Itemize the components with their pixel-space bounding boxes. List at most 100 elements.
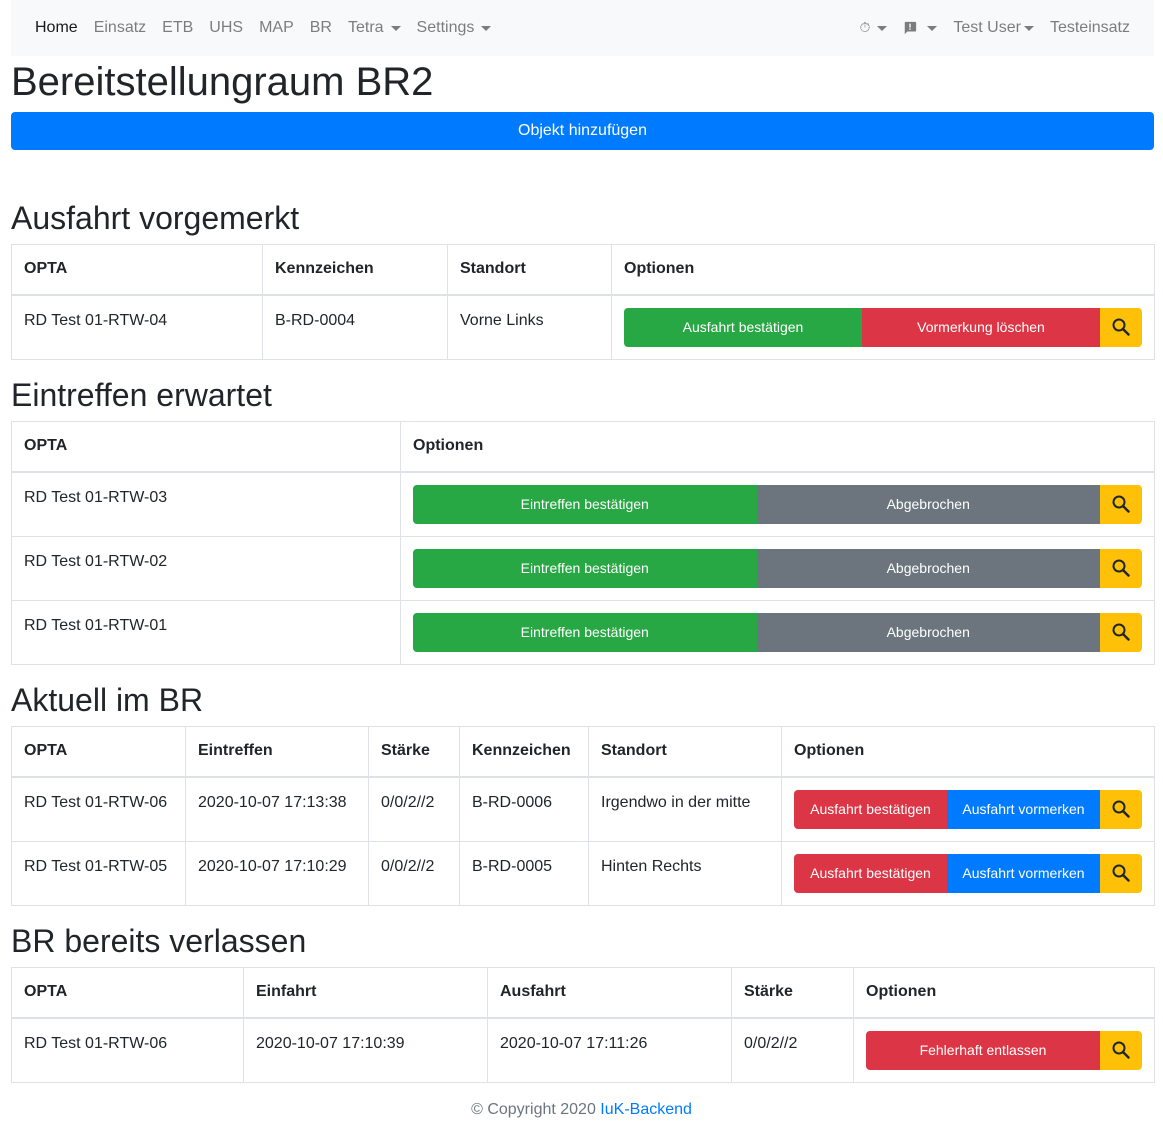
- details-button[interactable]: [1100, 789, 1142, 829]
- cell-einfahrt: 2020-10-07 17:10:39: [243, 1017, 488, 1083]
- search-icon: [1112, 864, 1130, 882]
- cell-options: Ausfahrt bestätigen Ausfahrt vormerken: [781, 840, 1155, 906]
- nav-timer-dropdown[interactable]: ⏱: [859, 20, 888, 36]
- cell-opta: RD Test 01-RTW-06: [11, 776, 186, 842]
- table-header-row: OPTA Einfahrt Ausfahrt Stärke Optionen: [11, 967, 1155, 1019]
- cell-standort: Hinten Rechts: [588, 840, 782, 906]
- column-header: OPTA: [11, 967, 244, 1019]
- reserve-departure-button[interactable]: Ausfahrt vormerken: [947, 789, 1100, 829]
- cancel-button[interactable]: Abgebrochen: [756, 548, 1100, 588]
- confirm-arrival-button[interactable]: Eintreffen bestätigen: [413, 548, 757, 588]
- nav-tetra-label: Tetra: [347, 19, 384, 36]
- cell-options: Eintreffen bestätigen Abgebrochen: [400, 471, 1155, 537]
- column-header: Standort: [447, 244, 612, 296]
- column-header: OPTA: [11, 421, 401, 473]
- nav-left: Home Einsatz ETB UHS MAP BR Tetra Settin…: [35, 19, 507, 37]
- cell-options: Eintreffen bestätigen Abgebrochen: [400, 535, 1155, 601]
- navbar: Home Einsatz ETB UHS MAP BR Tetra Settin…: [11, 0, 1154, 56]
- cell-eintreffen: 2020-10-07 17:13:38: [185, 776, 369, 842]
- details-button[interactable]: [1100, 484, 1142, 524]
- details-button[interactable]: [1100, 548, 1142, 588]
- cell-staerke: 0/0/2//2: [731, 1017, 854, 1083]
- cell-options: Fehlerhaft entlassen: [853, 1017, 1155, 1083]
- cancel-button[interactable]: Abgebrochen: [756, 612, 1100, 652]
- delete-reservation-button[interactable]: Vormerkung löschen: [862, 307, 1100, 347]
- nav-einsatz-name[interactable]: Testeinsatz: [1050, 19, 1130, 37]
- nav-user-label: Test User: [953, 19, 1021, 36]
- faulty-release-button[interactable]: Fehlerhaft entlassen: [866, 1030, 1100, 1070]
- table-row: RD Test 01-RTW-03 Eintreffen bestätigen …: [11, 471, 1155, 537]
- chevron-down-icon: [481, 25, 492, 31]
- footer-copyright: © Copyright 2020: [471, 1101, 601, 1118]
- button-group: Eintreffen bestätigen Abgebrochen: [413, 548, 1142, 588]
- table-header-row: OPTA Eintreffen Stärke Kennzeichen Stand…: [11, 726, 1155, 778]
- cell-standort: Vorne Links: [447, 294, 612, 360]
- section-title-verlassen: BR bereits verlassen: [11, 923, 307, 959]
- add-object-button[interactable]: Objekt hinzufügen: [11, 112, 1154, 150]
- button-group: Eintreffen bestätigen Abgebrochen: [413, 484, 1142, 524]
- cell-staerke: 0/0/2//2: [368, 776, 460, 842]
- chevron-down-icon: [1023, 25, 1034, 31]
- footer: © Copyright 2020 IuK-Backend: [0, 1101, 1163, 1119]
- nav-settings-dropdown[interactable]: Settings: [417, 19, 492, 37]
- table-row: RD Test 01-RTW-06 2020-10-07 17:13:38 0/…: [11, 776, 1155, 842]
- column-header: Stärke: [731, 967, 854, 1019]
- message-alert-icon: [905, 21, 917, 35]
- nav-messages-dropdown[interactable]: [903, 21, 938, 35]
- cancel-button[interactable]: Abgebrochen: [756, 484, 1100, 524]
- column-header: Optionen: [853, 967, 1155, 1019]
- nav-settings-label: Settings: [416, 19, 475, 36]
- nav-map[interactable]: MAP: [259, 19, 294, 37]
- table-vorgemerkt: OPTA Kennzeichen Standort Optionen RD Te…: [11, 244, 1155, 360]
- reserve-departure-button[interactable]: Ausfahrt vormerken: [947, 853, 1100, 893]
- search-icon: [1112, 800, 1130, 818]
- table-row: RD Test 01-RTW-02 Eintreffen bestätigen …: [11, 535, 1155, 601]
- column-header: Ausfahrt: [487, 967, 732, 1019]
- confirm-departure-button[interactable]: Ausfahrt bestätigen: [794, 853, 947, 893]
- page-title: Bereitstellungraum BR2: [11, 60, 434, 104]
- table-erwartet: OPTA Optionen RD Test 01-RTW-03 Eintreff…: [11, 421, 1155, 665]
- nav-br[interactable]: BR: [310, 19, 332, 37]
- table-row: RD Test 01-RTW-05 2020-10-07 17:10:29 0/…: [11, 840, 1155, 906]
- nav-uhs[interactable]: UHS: [209, 19, 243, 37]
- table-header-row: OPTA Optionen: [11, 421, 1155, 473]
- column-header: Kennzeichen: [262, 244, 448, 296]
- footer-link[interactable]: IuK-Backend: [600, 1101, 692, 1118]
- cell-options: Eintreffen bestätigen Abgebrochen: [400, 599, 1155, 665]
- nav-tetra-dropdown[interactable]: Tetra: [348, 19, 401, 37]
- nav-home[interactable]: Home: [35, 19, 78, 37]
- details-button[interactable]: [1100, 1030, 1142, 1070]
- cell-opta: RD Test 01-RTW-05: [11, 840, 186, 906]
- column-header: Einfahrt: [243, 967, 488, 1019]
- chevron-down-icon: [390, 25, 401, 31]
- confirm-departure-button[interactable]: Ausfahrt bestätigen: [794, 789, 947, 829]
- details-button[interactable]: [1100, 612, 1142, 652]
- cell-kennzeichen: B-RD-0006: [459, 776, 589, 842]
- confirm-arrival-button[interactable]: Eintreffen bestätigen: [413, 612, 757, 652]
- cell-options: Ausfahrt bestätigen Ausfahrt vormerken: [781, 776, 1155, 842]
- timer-icon: ⏱: [859, 20, 871, 36]
- column-header: Optionen: [611, 244, 1155, 296]
- chevron-down-icon: [877, 25, 888, 31]
- details-button[interactable]: [1100, 307, 1142, 347]
- button-group: Ausfahrt bestätigen Vormerkung löschen: [624, 307, 1142, 347]
- column-header: Stärke: [368, 726, 460, 778]
- section-title-erwartet: Eintreffen erwartet: [11, 377, 272, 413]
- button-group: Ausfahrt bestätigen Ausfahrt vormerken: [794, 789, 1142, 829]
- cell-kennzeichen: B-RD-0005: [459, 840, 589, 906]
- column-header: Standort: [588, 726, 782, 778]
- nav-right: ⏱ Test User Testeinsatz: [843, 19, 1130, 37]
- details-button[interactable]: [1100, 853, 1142, 893]
- nav-einsatz[interactable]: Einsatz: [94, 19, 146, 37]
- column-header: Eintreffen: [185, 726, 369, 778]
- cell-staerke: 0/0/2//2: [368, 840, 460, 906]
- cell-options: Ausfahrt bestätigen Vormerkung löschen: [611, 294, 1155, 360]
- cell-opta: RD Test 01-RTW-04: [11, 294, 263, 360]
- nav-user-dropdown[interactable]: Test User: [953, 19, 1034, 37]
- search-icon: [1112, 318, 1130, 336]
- confirm-arrival-button[interactable]: Eintreffen bestätigen: [413, 484, 757, 524]
- nav-etb[interactable]: ETB: [162, 19, 193, 37]
- confirm-departure-button[interactable]: Ausfahrt bestätigen: [624, 307, 862, 347]
- column-header: Optionen: [400, 421, 1155, 473]
- section-title-aktuell: Aktuell im BR: [11, 682, 204, 718]
